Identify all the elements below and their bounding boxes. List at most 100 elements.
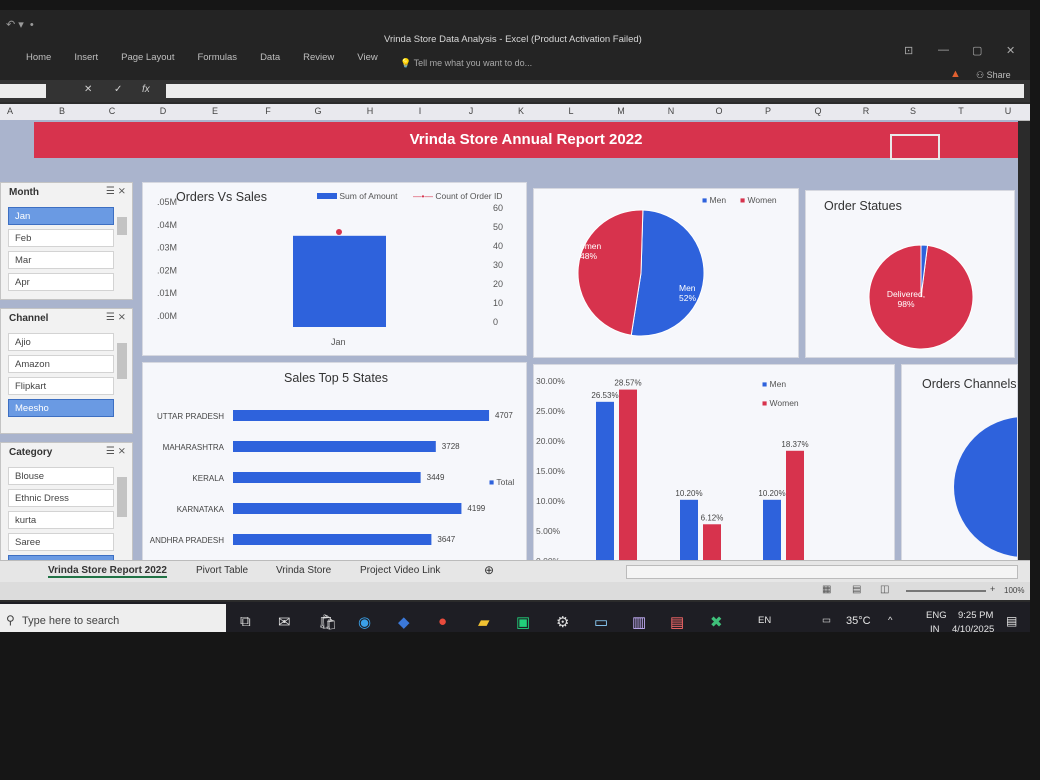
normal-view-icon[interactable]: ▦ (822, 584, 831, 595)
sheet-tab-vrinda-store[interactable]: Vrinda Store (276, 565, 331, 576)
lang-indicator[interactable]: EN (758, 615, 771, 626)
mail-icon[interactable]: ✉ (278, 613, 291, 631)
tell-me-box[interactable]: 💡 Tell me what you want to do... (400, 58, 532, 69)
column-header[interactable]: P (758, 106, 778, 116)
age-gender-chart[interactable]: ■ Men ■ Women 30.00% 25.00% 20.00% 15.00% 10… (533, 364, 895, 570)
tab-home[interactable]: Home (26, 52, 51, 63)
tab-view[interactable]: View (357, 52, 377, 63)
slicer-item-feb[interactable]: Feb (8, 229, 114, 247)
weather-icon[interactable]: ▭ (822, 615, 831, 626)
column-header[interactable]: H (360, 106, 380, 116)
fx-icon[interactable]: fx (142, 84, 150, 95)
column-header[interactable]: S (903, 106, 923, 116)
taskbar-search-box[interactable]: ⚲ Type here to search (0, 604, 226, 632)
slicer-scrollbar[interactable] (117, 477, 127, 517)
slicer-item-jan[interactable]: Jan (8, 207, 114, 225)
column-header[interactable]: J (461, 106, 481, 116)
pycharm-icon[interactable]: ▣ (516, 613, 530, 631)
slicer-item-blouse[interactable]: Blouse (8, 467, 114, 485)
input-lang[interactable]: ENG (926, 610, 947, 621)
horizontal-scrollbar[interactable] (626, 565, 1018, 579)
column-header[interactable]: N (661, 106, 681, 116)
undo-icon[interactable]: ↶ ▾ • (6, 18, 34, 31)
state-value-label: 4707 (495, 411, 513, 420)
column-header[interactable]: C (102, 106, 122, 116)
slicer-scrollbar[interactable] (117, 343, 127, 379)
column-header[interactable]: G (308, 106, 328, 116)
column-header[interactable]: Q (808, 106, 828, 116)
slicer-clear-filter-icon[interactable]: ☰ ⨯ (106, 446, 126, 457)
column-header[interactable]: R (856, 106, 876, 116)
column-header[interactable]: M (611, 106, 631, 116)
column-header[interactable]: L (561, 106, 581, 116)
slicer-scrollbar[interactable] (117, 217, 127, 235)
slicer-clear-filter-icon[interactable]: ☰ ⨯ (106, 186, 126, 197)
zoom-in-icon[interactable]: + (990, 584, 995, 594)
enter-icon[interactable]: ✓ (114, 84, 122, 95)
edge-icon[interactable]: ◉ (358, 613, 371, 631)
orders-channels-chart[interactable]: Orders Channels (901, 364, 1018, 570)
excel-icon[interactable]: ✖ (710, 613, 723, 631)
file-explorer-icon[interactable]: ▰ (478, 613, 490, 631)
column-header[interactable]: T (951, 106, 971, 116)
slicer-item-apr[interactable]: Apr (8, 273, 114, 291)
slicer-item-mar[interactable]: Mar (8, 251, 114, 269)
sheet-tab-project-video[interactable]: Project Video Link (360, 565, 440, 576)
maximize-icon[interactable]: ▢ (972, 44, 982, 57)
app3-icon[interactable]: ▥ (632, 613, 646, 631)
zoom-slider[interactable] (906, 590, 986, 592)
app4-icon[interactable]: ▤ (670, 613, 684, 631)
slicer-item-amazon[interactable]: Amazon (8, 355, 114, 373)
column-header[interactable]: K (511, 106, 531, 116)
store-icon[interactable]: 🛍 (318, 613, 337, 631)
column-header[interactable]: B (52, 106, 72, 116)
tab-formulas[interactable]: Formulas (197, 52, 237, 63)
column-header[interactable]: U (998, 106, 1018, 116)
formula-input[interactable] (166, 84, 1024, 98)
notification-icon[interactable]: ▤ (1006, 614, 1017, 628)
sheet-tab-pivot[interactable]: Pivort Table (196, 565, 248, 576)
cancel-icon[interactable]: ✕ (84, 84, 92, 95)
top-states-chart[interactable]: Sales Top 5 States ■ Total UTTAR PRADESH… (142, 362, 527, 570)
add-sheet-icon[interactable]: ⊕ (484, 563, 494, 577)
minimize-icon[interactable]: — (938, 44, 949, 56)
column-header[interactable]: O (709, 106, 729, 116)
sheet-tab-report[interactable]: Vrinda Store Report 2022 (48, 565, 167, 578)
tab-page-layout[interactable]: Page Layout (121, 52, 174, 63)
y2-tick-label: 30 (493, 260, 503, 270)
name-box[interactable] (0, 84, 46, 98)
tab-review[interactable]: Review (303, 52, 334, 63)
category-slicer-title: Category (9, 447, 53, 458)
slicer-item-kurta[interactable]: kurta (8, 511, 114, 529)
column-header[interactable]: I (410, 106, 430, 116)
column-header[interactable]: E (205, 106, 225, 116)
app-icon[interactable]: ◆ (398, 613, 410, 631)
clock-time[interactable]: 9:25 PM (958, 610, 993, 621)
temperature[interactable]: 35°C (846, 615, 871, 627)
page-break-view-icon[interactable]: ◫ (880, 584, 889, 595)
selected-cell[interactable] (890, 134, 940, 160)
task-view-icon[interactable]: ⧉ (240, 613, 251, 630)
tray-chevron-icon[interactable]: ^ (888, 615, 892, 626)
tab-insert[interactable]: Insert (74, 52, 98, 63)
women-bar (703, 524, 721, 561)
slicer-item-ajio[interactable]: Ajio (8, 333, 114, 351)
gender-pie-chart[interactable]: ■ Men ■ Women omen 48% Men 52% (533, 188, 799, 358)
order-status-chart[interactable]: Order Statues Delivered, 98% (805, 190, 1015, 358)
settings-icon[interactable]: ⚙ (556, 613, 569, 631)
slicer-clear-filter-icon[interactable]: ☰ ⨯ (106, 312, 126, 323)
orders-vs-sales-chart[interactable]: Orders Vs Sales Sum of Amount —•— Count … (142, 182, 527, 356)
slicer-item-flipkart[interactable]: Flipkart (8, 377, 114, 395)
slicer-item-ethnic-dress[interactable]: Ethnic Dress (8, 489, 114, 507)
app2-icon[interactable]: ▭ (594, 613, 608, 631)
chrome-icon[interactable]: ● (438, 613, 447, 630)
column-header[interactable]: A (0, 106, 20, 116)
column-header[interactable]: F (258, 106, 278, 116)
slicer-item-meesho[interactable]: Meesho (8, 399, 114, 417)
column-header[interactable]: D (153, 106, 173, 116)
close-icon[interactable]: ✕ (1006, 44, 1015, 57)
page-layout-view-icon[interactable]: ▤ (852, 584, 861, 595)
ribbon-display-icon[interactable]: ⊡ (904, 44, 913, 57)
slicer-item-saree[interactable]: Saree (8, 533, 114, 551)
tab-data[interactable]: Data (260, 52, 280, 63)
